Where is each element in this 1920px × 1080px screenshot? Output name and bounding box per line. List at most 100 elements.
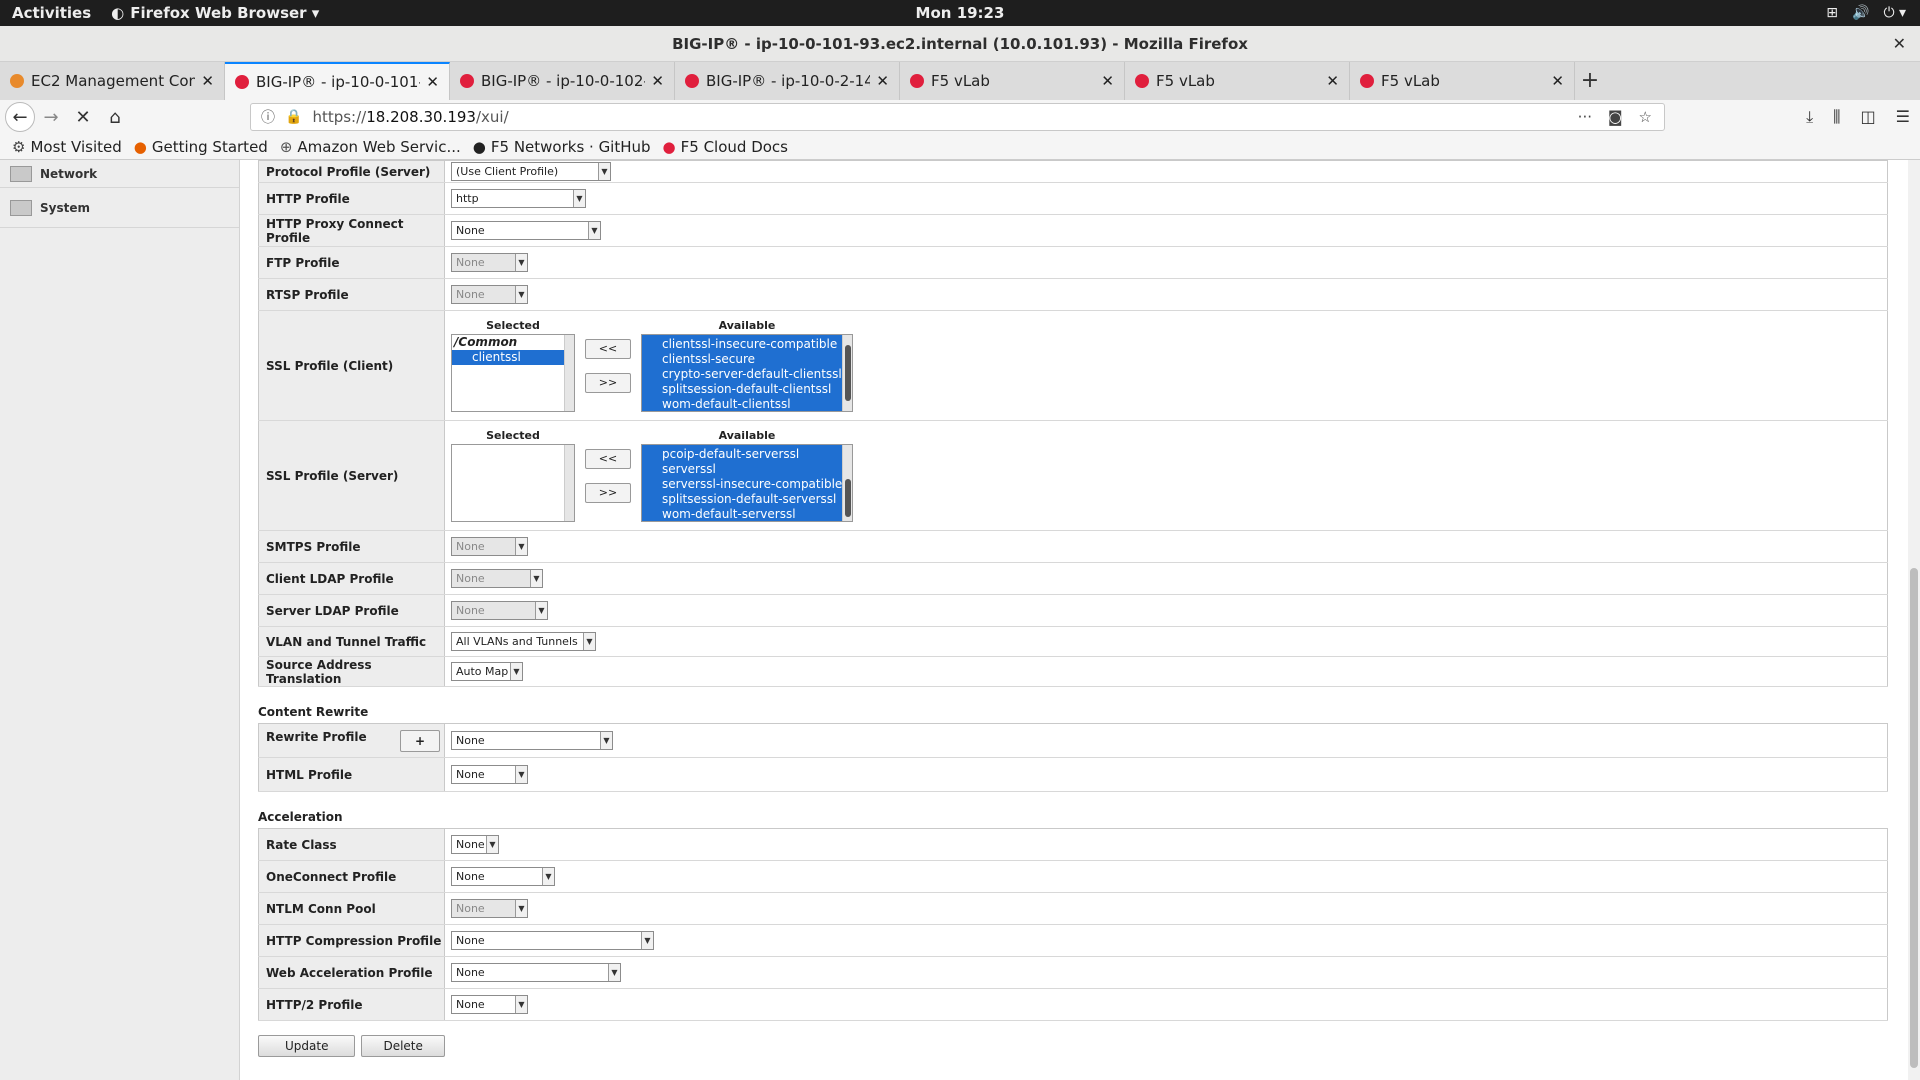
browser-tab[interactable]: BIG-IP® - ip-10-0-102- ✕ bbox=[450, 62, 675, 100]
scrollbar-thumb[interactable] bbox=[845, 345, 851, 401]
browser-tab[interactable]: F5 vLab ✕ bbox=[1125, 62, 1350, 100]
move-right-button[interactable]: >> bbox=[585, 373, 631, 393]
add-rewrite-profile-button[interactable]: + bbox=[400, 729, 440, 752]
page-actions-icon[interactable]: ··· bbox=[1578, 108, 1592, 126]
pocket-icon[interactable]: ◙ bbox=[1608, 108, 1623, 126]
back-arrow-icon[interactable]: ← bbox=[5, 102, 35, 132]
dropdown-select[interactable]: None ▼ bbox=[451, 963, 621, 982]
listbox-option[interactable]: serverssl bbox=[642, 462, 852, 477]
nav-item-network[interactable]: Network bbox=[0, 160, 239, 188]
listbox-option[interactable]: splitsession-default-serverssl bbox=[642, 492, 852, 507]
dropdown-select[interactable]: All VLANs and Tunnels ▼ bbox=[451, 632, 596, 651]
listbox-scrollbar[interactable] bbox=[564, 335, 574, 411]
sidebar-icon[interactable]: ◫ bbox=[1861, 107, 1876, 127]
window-close-icon[interactable]: ✕ bbox=[1893, 26, 1906, 62]
dropdown-value: None bbox=[456, 224, 485, 237]
listbox-option[interactable]: clientssl-insecure-compatible bbox=[642, 337, 852, 352]
browser-tab[interactable]: EC2 Management Con ✕ bbox=[0, 62, 225, 100]
url-bar[interactable]: ⓘ 🔒 https://18.208.30.193/xui/ ··· ◙ ☆ bbox=[250, 103, 1665, 131]
scrollbar-thumb[interactable] bbox=[845, 479, 851, 517]
selected-listbox[interactable]: /Common clientssl bbox=[451, 334, 575, 412]
dropdown-select[interactable]: None ▼ bbox=[451, 253, 528, 272]
tab-close-icon[interactable]: ✕ bbox=[1101, 72, 1114, 90]
bookmark-item[interactable]: ⊕ Amazon Web Servic... bbox=[280, 138, 461, 156]
move-left-button[interactable]: << bbox=[585, 449, 631, 469]
dropdown-select[interactable]: None ▼ bbox=[451, 931, 654, 950]
form-row: OneConnect Profile None ▼ bbox=[258, 860, 1888, 893]
dropdown-select[interactable]: None ▼ bbox=[451, 995, 528, 1014]
navigation-toolbar: ← → ✕ ⌂ ⓘ 🔒 https://18.208.30.193/xui/ ·… bbox=[0, 100, 1920, 134]
bookmark-item[interactable]: ⚙ Most Visited bbox=[12, 138, 122, 156]
tab-close-icon[interactable]: ✕ bbox=[1551, 72, 1564, 90]
browser-tab[interactable]: F5 vLab ✕ bbox=[1350, 62, 1575, 100]
dropdown-select[interactable]: None ▼ bbox=[451, 537, 528, 556]
dropdown-select[interactable]: None ▼ bbox=[451, 867, 555, 886]
dropdown-value: None bbox=[456, 768, 485, 781]
listbox-scrollbar[interactable] bbox=[842, 445, 852, 521]
new-tab-icon[interactable]: + bbox=[1575, 62, 1605, 100]
clock[interactable]: Mon 19:23 bbox=[916, 4, 1005, 22]
listbox-option[interactable]: serverssl-insecure-compatible bbox=[642, 477, 852, 492]
dropdown-select[interactable]: None ▼ bbox=[451, 835, 499, 854]
dropdown-value: None bbox=[456, 540, 485, 553]
listbox-option[interactable]: splitsession-default-clientssl bbox=[642, 382, 852, 397]
dropdown-select[interactable]: http ▼ bbox=[451, 189, 586, 208]
available-listbox[interactable]: clientssl-insecure-compatible clientssl-s… bbox=[641, 334, 853, 412]
dropdown-select[interactable]: (Use Client Profile) ▼ bbox=[451, 162, 611, 181]
dropdown-select[interactable]: None ▼ bbox=[451, 899, 528, 918]
tab-close-icon[interactable]: ✕ bbox=[201, 72, 214, 90]
listbox-option[interactable]: wom-default-clientssl bbox=[642, 397, 852, 411]
dropdown-select[interactable]: Auto Map ▼ bbox=[451, 662, 523, 681]
download-icon[interactable]: ⤓ bbox=[1806, 107, 1813, 127]
system-tray[interactable]: ⊞ 🔊 ⏻ ▾ bbox=[1826, 5, 1906, 21]
listbox-scrollbar[interactable] bbox=[842, 335, 852, 411]
row-label: Protocol Profile (Server) bbox=[258, 160, 445, 183]
dropdown-select[interactable]: None ▼ bbox=[451, 285, 528, 304]
form-row: HTTP Profile http ▼ bbox=[258, 182, 1888, 215]
info-icon[interactable]: ⓘ bbox=[261, 107, 275, 127]
selected-listbox[interactable] bbox=[451, 444, 575, 522]
lock-icon[interactable]: 🔒 bbox=[285, 109, 302, 125]
listbox-option[interactable]: crypto-server-default-clientssl bbox=[642, 367, 852, 382]
browser-tab[interactable]: BIG-IP® - ip-10-0-101- ✕ bbox=[225, 62, 450, 100]
nav-item-system[interactable]: System bbox=[0, 188, 239, 228]
browser-tab[interactable]: F5 vLab ✕ bbox=[900, 62, 1125, 100]
tab-close-icon[interactable]: ✕ bbox=[426, 73, 439, 91]
page-scrollbar[interactable] bbox=[1908, 160, 1920, 1080]
listbox-option[interactable]: clientssl bbox=[452, 350, 574, 365]
tab-close-icon[interactable]: ✕ bbox=[651, 72, 664, 90]
move-left-button[interactable]: << bbox=[585, 339, 631, 359]
chevron-down-icon: ▼ bbox=[515, 286, 527, 303]
dropdown-select[interactable]: None ▼ bbox=[451, 569, 543, 588]
update-button[interactable]: Update bbox=[258, 1035, 356, 1057]
listbox-scrollbar[interactable] bbox=[564, 445, 574, 521]
library-icon[interactable]: ⫼ bbox=[1833, 107, 1840, 127]
scrollbar-thumb[interactable] bbox=[1910, 568, 1918, 1068]
tab-close-icon[interactable]: ✕ bbox=[1326, 72, 1339, 90]
dropdown-select[interactable]: None ▼ bbox=[451, 601, 548, 620]
activities-button[interactable]: Activities bbox=[12, 4, 91, 22]
bookmark-item[interactable]: ● F5 Networks · GitHub bbox=[473, 138, 651, 156]
bookmark-star-icon[interactable]: ☆ bbox=[1639, 108, 1652, 126]
forward-arrow-icon[interactable]: → bbox=[35, 101, 67, 133]
listbox-option[interactable]: pcoip-default-serverssl bbox=[642, 447, 852, 462]
listbox-option[interactable]: clientssl-secure bbox=[642, 352, 852, 367]
menu-icon[interactable]: ☰ bbox=[1896, 107, 1910, 127]
bookmark-item[interactable]: ● F5 Cloud Docs bbox=[663, 138, 788, 156]
row-label: Server LDAP Profile bbox=[258, 594, 445, 627]
move-right-button[interactable]: >> bbox=[585, 483, 631, 503]
dropdown-select[interactable]: None ▼ bbox=[451, 221, 601, 240]
app-menu[interactable]: ◐ Firefox Web Browser ▾ bbox=[111, 4, 319, 22]
browser-tab[interactable]: BIG-IP® - ip-10-0-2-14 ✕ bbox=[675, 62, 900, 100]
home-icon[interactable]: ⌂ bbox=[99, 101, 131, 133]
listbox-option[interactable]: wom-default-serverssl bbox=[642, 507, 852, 521]
bookmark-item[interactable]: ● Getting Started bbox=[134, 138, 268, 156]
dropdown-select[interactable]: None ▼ bbox=[451, 765, 528, 784]
row-label: HTTP Compression Profile bbox=[258, 924, 445, 957]
tab-close-icon[interactable]: ✕ bbox=[876, 72, 889, 90]
dropdown-select[interactable]: None ▼ bbox=[451, 731, 613, 750]
available-listbox[interactable]: pcoip-default-serverssl serverssl serverss… bbox=[641, 444, 853, 522]
bookmark-label: Most Visited bbox=[30, 137, 122, 156]
delete-button[interactable]: Delete bbox=[361, 1035, 445, 1057]
stop-icon[interactable]: ✕ bbox=[67, 101, 99, 133]
